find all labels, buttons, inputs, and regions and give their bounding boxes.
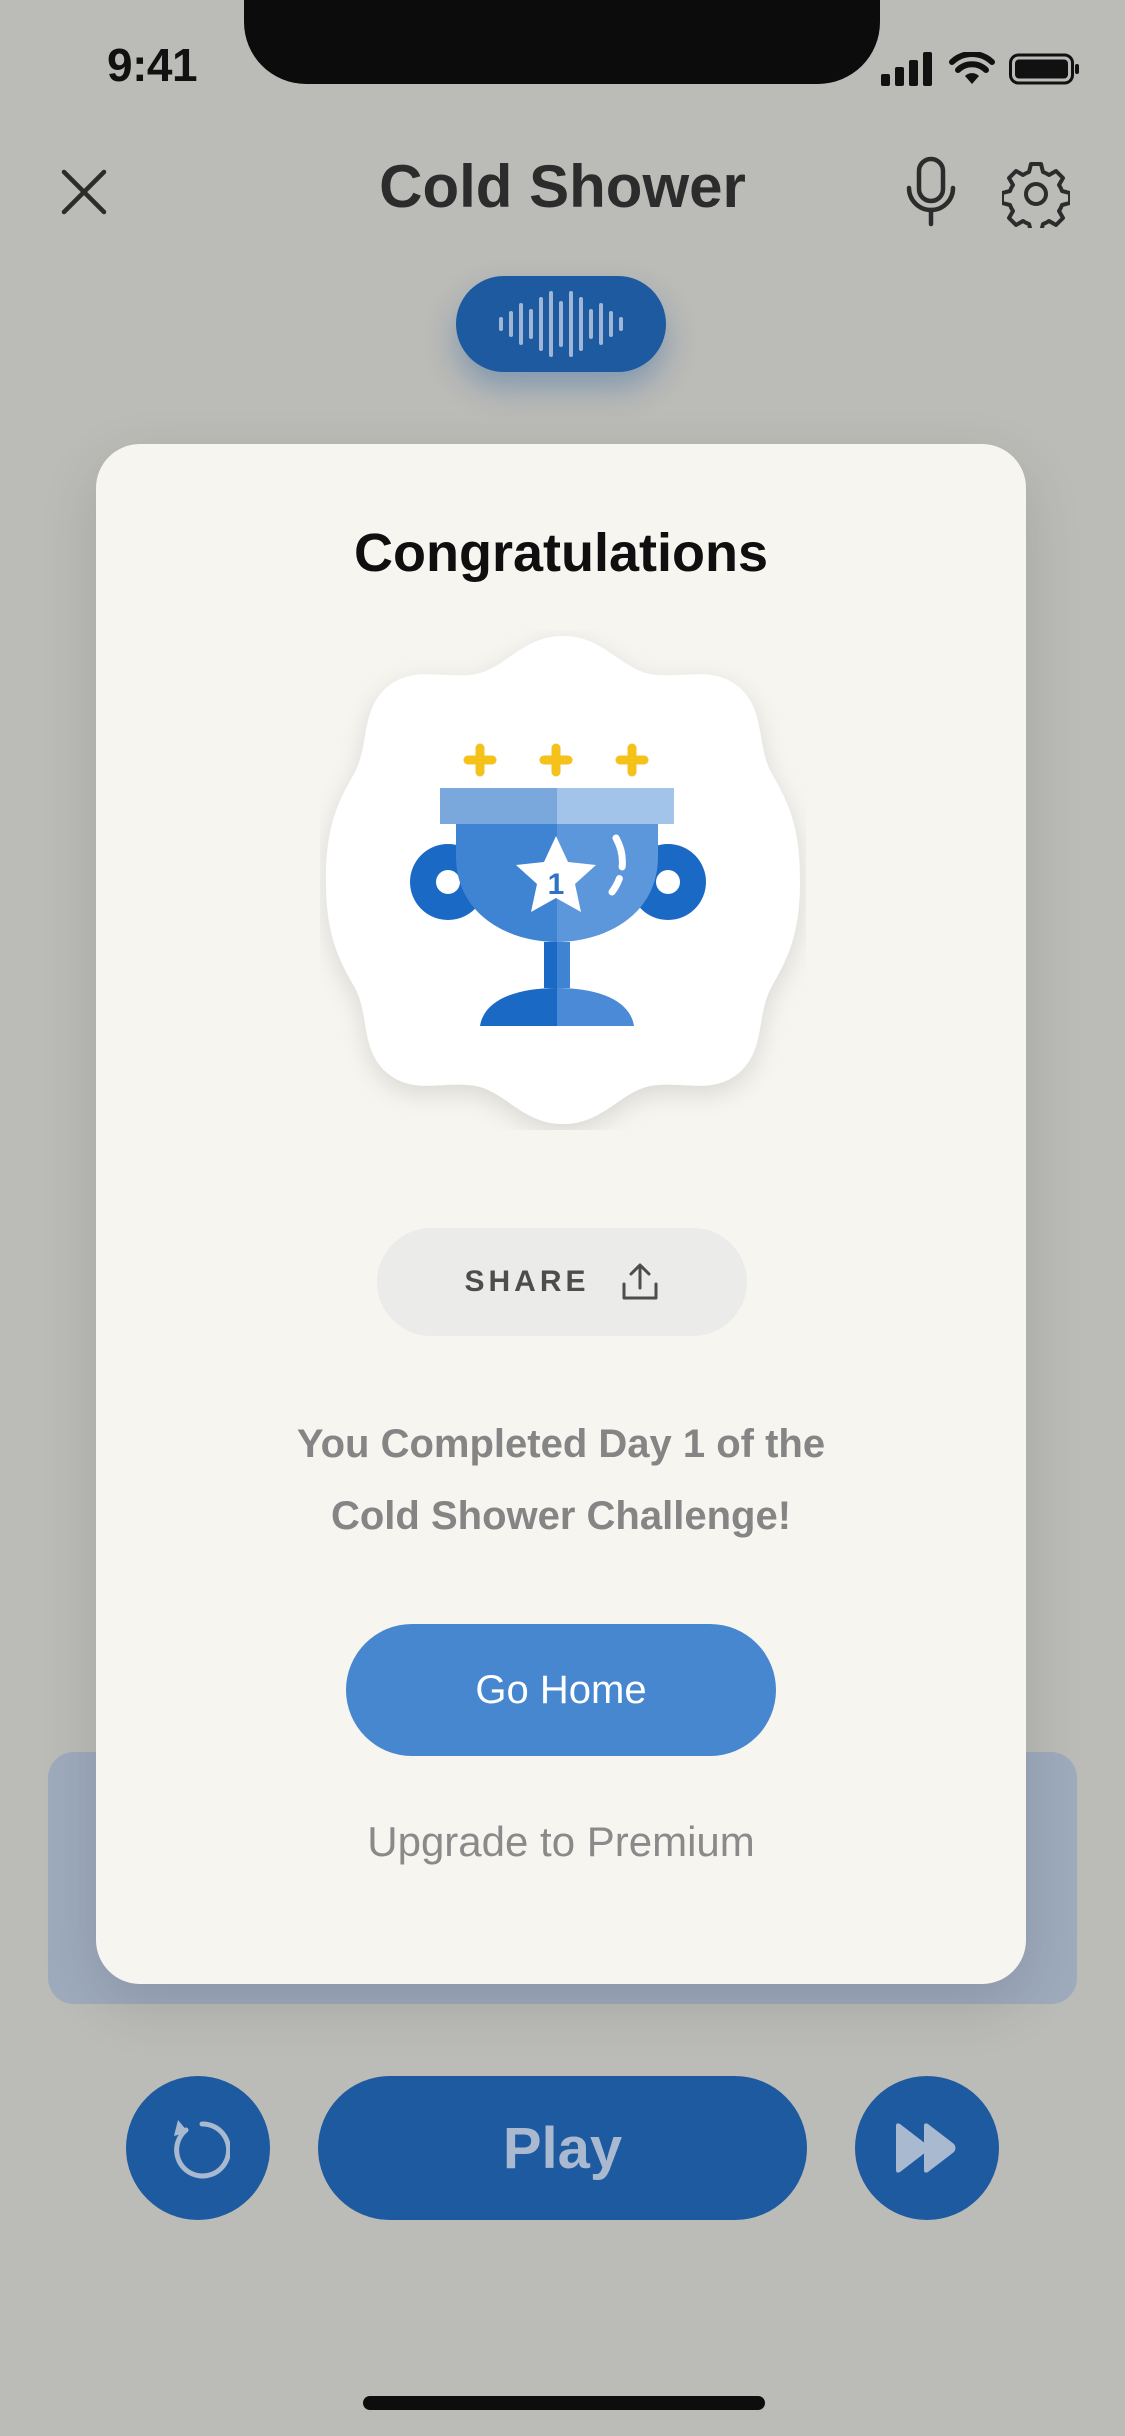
wifi-icon bbox=[949, 52, 995, 84]
completion-message-line-1: You Completed Day 1 of the bbox=[296, 1422, 826, 1466]
microphone-button[interactable] bbox=[896, 152, 966, 232]
skip-forward-button[interactable] bbox=[855, 2076, 999, 2220]
restart-button[interactable] bbox=[126, 2076, 270, 2220]
completion-message-line-2: Cold Shower Challenge! bbox=[330, 1494, 792, 1538]
cellular-signal-icon bbox=[881, 52, 932, 86]
waveform-icon bbox=[499, 291, 623, 357]
completion-message: You Completed Day 1 of the Cold Shower C… bbox=[96, 1408, 1026, 1552]
trophy-number: 1 bbox=[548, 868, 565, 901]
status-time: 9:41 bbox=[107, 39, 198, 91]
voice-waveform-button[interactable] bbox=[456, 276, 666, 372]
go-home-button[interactable]: Go Home bbox=[346, 1624, 776, 1756]
battery-icon bbox=[1009, 53, 1079, 85]
upgrade-premium-link[interactable]: Upgrade to Premium bbox=[96, 1818, 1026, 1866]
restart-icon bbox=[174, 2120, 230, 2179]
share-label: SHARE bbox=[464, 1265, 590, 1298]
status-icons bbox=[881, 48, 1081, 90]
modal-title: Congratulations bbox=[354, 523, 768, 583]
play-button[interactable]: Play bbox=[318, 2076, 807, 2220]
home-indicator bbox=[363, 2396, 765, 2410]
settings-button[interactable] bbox=[998, 156, 1074, 232]
device-notch bbox=[244, 0, 880, 84]
fast-forward-icon bbox=[896, 2123, 956, 2173]
microphone-icon bbox=[906, 156, 956, 227]
trophy-icon: 1 bbox=[326, 636, 800, 1124]
trophy-badge: 1 bbox=[320, 630, 806, 1130]
share-icon bbox=[622, 1263, 657, 1300]
gear-icon bbox=[1002, 162, 1070, 228]
congratulations-modal: Congratulations 1 SHARE You Completed Da… bbox=[96, 444, 1026, 1984]
share-button[interactable]: SHARE bbox=[377, 1228, 747, 1336]
